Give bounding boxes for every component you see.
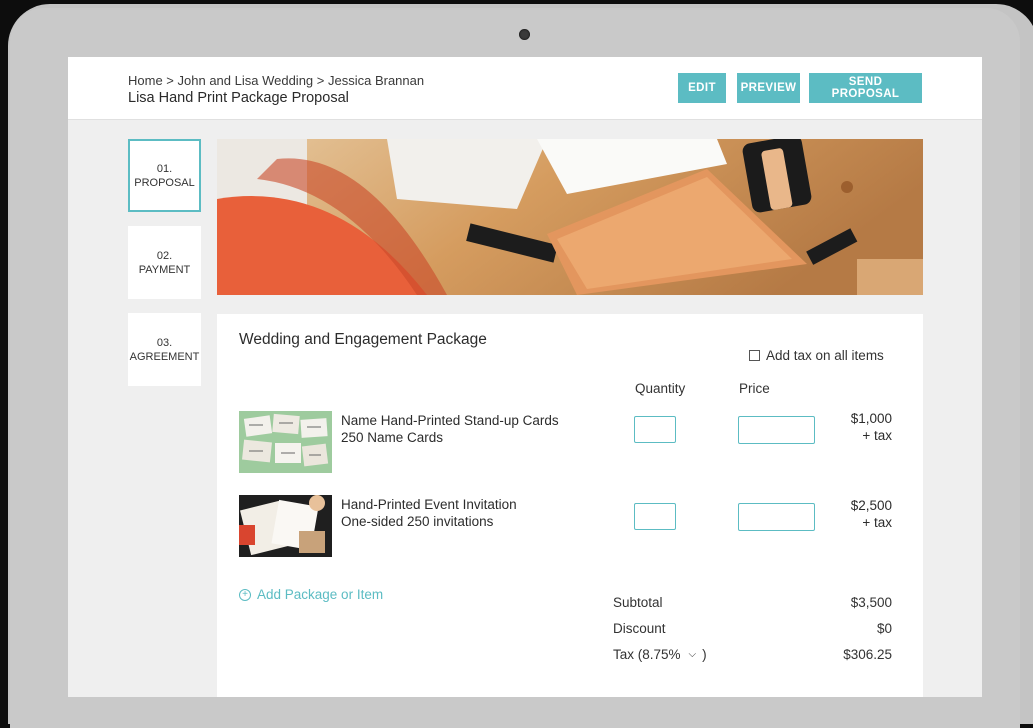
- subtotal-label: Subtotal: [613, 595, 663, 610]
- preview-button[interactable]: PREVIEW: [737, 73, 800, 103]
- item-detail: One-sided 250 invitations: [341, 514, 494, 529]
- breadcrumb-separator: >: [162, 73, 178, 88]
- breadcrumb-client[interactable]: Jessica Brannan: [328, 73, 424, 88]
- step-tab-agreement[interactable]: 03. AGREEMENT: [128, 313, 201, 386]
- step-label: AGREEMENT: [129, 350, 200, 363]
- page-title: Lisa Hand Print Package Proposal: [128, 90, 349, 106]
- stand-up-cards-image: [239, 411, 332, 473]
- tax-label-close: ): [702, 647, 707, 662]
- quantity-input[interactable]: [634, 416, 676, 443]
- chevron-down-icon[interactable]: ⌵: [689, 649, 697, 660]
- event-invitation-image: [239, 495, 332, 557]
- item-description: Hand-Printed Event Invitation One-sided …: [341, 496, 517, 530]
- camera-icon: [519, 29, 530, 40]
- item-tax-note: + tax: [862, 515, 892, 530]
- item-name: Name Hand-Printed Stand-up Cards: [341, 413, 559, 428]
- price-input[interactable]: [738, 503, 815, 531]
- item-tax-note: + tax: [862, 428, 892, 443]
- quantity-column-header: Quantity: [635, 381, 686, 396]
- step-tab-proposal[interactable]: 01. PROPOSAL: [128, 139, 201, 212]
- item-detail: 250 Name Cards: [341, 430, 444, 445]
- item-amount: $1,000 + tax: [851, 410, 892, 444]
- item-thumbnail: [239, 411, 332, 473]
- breadcrumb-separator: >: [313, 73, 328, 88]
- breadcrumb: Home > John and Lisa Wedding > Jessica B…: [128, 73, 424, 88]
- item-price: $2,500: [850, 498, 892, 513]
- page-header: Home > John and Lisa Wedding > Jessica B…: [68, 57, 982, 120]
- plus-circle-icon: +: [239, 588, 251, 601]
- step-tab-payment[interactable]: 02. PAYMENT: [128, 226, 201, 299]
- item-amount: $2,500 + tax: [851, 497, 892, 531]
- item-price: $1,000: [850, 411, 892, 426]
- package-title: Wedding and Engagement Package: [239, 331, 487, 348]
- quantity-input[interactable]: [634, 503, 676, 530]
- step-number: 01.: [156, 162, 173, 175]
- tax-label: Tax (8.75%: [613, 647, 681, 662]
- price-column-header: Price: [739, 381, 770, 396]
- banner-image: [217, 139, 923, 295]
- edit-button[interactable]: EDIT: [678, 73, 726, 103]
- step-label: PAYMENT: [138, 263, 191, 276]
- add-package-label: Add Package or Item: [257, 587, 384, 602]
- discount-label: Discount: [613, 621, 666, 636]
- breadcrumb-home[interactable]: Home: [128, 73, 163, 88]
- add-package-link[interactable]: + Add Package or Item: [239, 587, 383, 602]
- app-screen: Home > John and Lisa Wedding > Jessica B…: [68, 57, 982, 697]
- item-description: Name Hand-Printed Stand-up Cards 250 Nam…: [341, 412, 559, 446]
- item-name: Hand-Printed Event Invitation: [341, 497, 517, 512]
- tax-all-label: Add tax on all items: [766, 348, 884, 363]
- tax-rate-selector[interactable]: Tax (8.75% ⌵ ): [613, 647, 707, 662]
- price-input[interactable]: [738, 416, 815, 444]
- subtotal-value: $3,500: [850, 595, 892, 610]
- discount-value: $0: [876, 621, 892, 636]
- breadcrumb-event[interactable]: John and Lisa Wedding: [178, 73, 314, 88]
- step-number: 02.: [156, 249, 173, 262]
- step-label: PROPOSAL: [134, 176, 195, 189]
- tax-all-toggle[interactable]: Add tax on all items: [749, 348, 884, 363]
- item-thumbnail: [239, 495, 332, 557]
- tax-value: $306.25: [843, 647, 892, 662]
- tax-all-checkbox[interactable]: [749, 350, 760, 361]
- banner-illustration: [217, 139, 923, 295]
- send-proposal-button[interactable]: SEND PROPOSAL: [809, 73, 922, 103]
- step-number: 03.: [156, 336, 173, 349]
- package-card: Wedding and Engagement Package Add tax o…: [217, 314, 923, 697]
